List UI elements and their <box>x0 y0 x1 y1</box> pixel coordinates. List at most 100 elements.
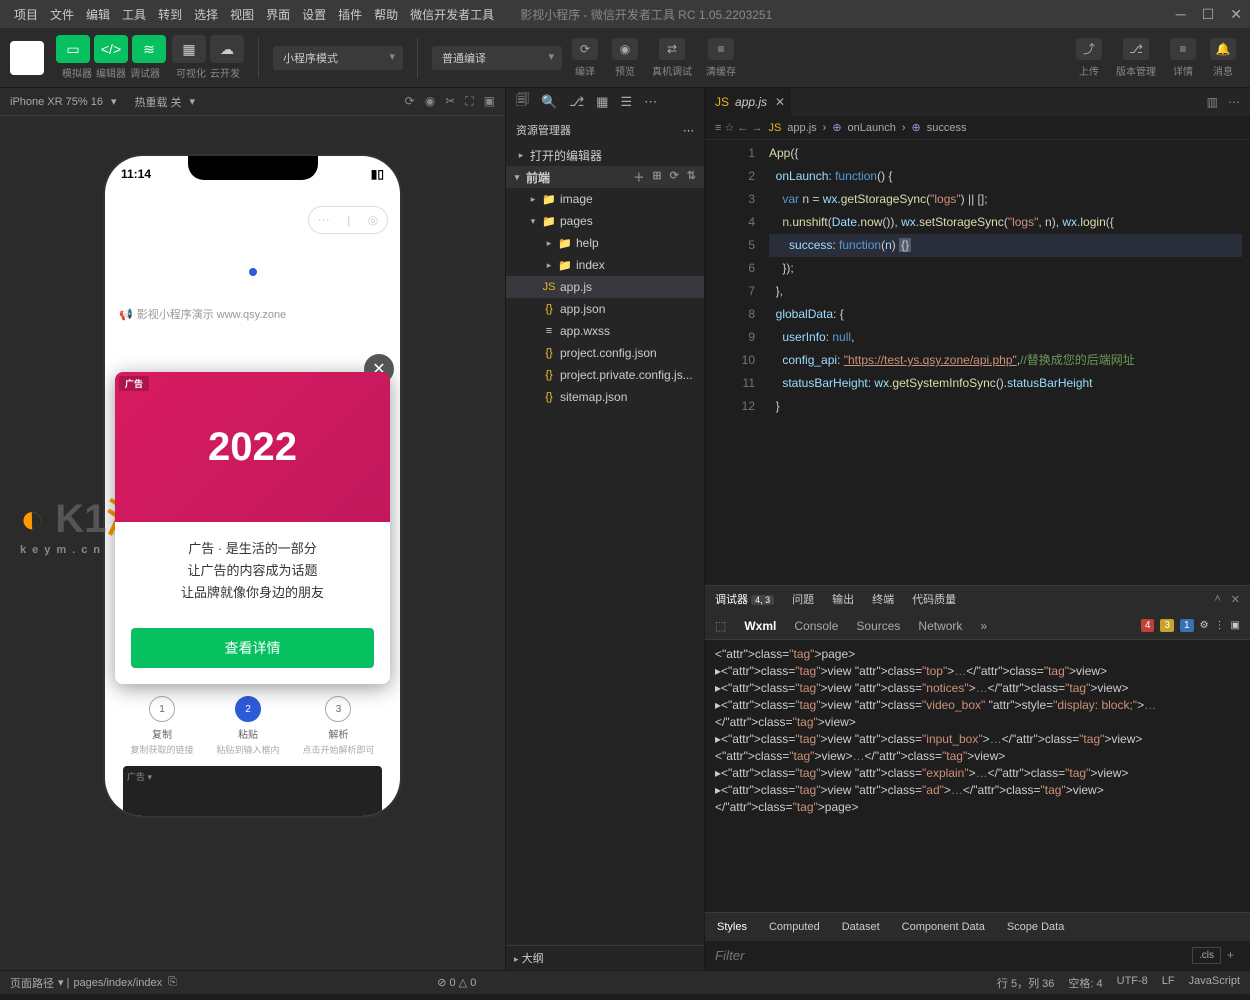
phone-frame: 11:14▮▯ ⋯|◎ 📢 影视小程序演示 www.qsy.zone ✕ 广告2… <box>105 156 400 816</box>
menu-视图[interactable]: 视图 <box>224 8 260 22</box>
menu-编辑[interactable]: 编辑 <box>80 8 116 22</box>
tree-image[interactable]: ▸📁image <box>506 188 704 210</box>
tree-help[interactable]: ▸📁help <box>506 232 704 254</box>
bottom-ad: 广告 ▾ <box>123 766 382 816</box>
tree-project.private.config.js...[interactable]: {}project.private.config.js... <box>506 364 704 386</box>
tab-close-icon[interactable]: ✕ <box>775 95 785 109</box>
breadcrumb[interactable]: ≡ ☆ ← → JSapp.js › ⊕onLaunch › ⊕success <box>705 116 1250 140</box>
visual-button[interactable]: ▦ <box>172 35 206 63</box>
open-editors-header[interactable]: ▸打开的编辑器 <box>506 144 704 166</box>
styletab-Dataset[interactable]: Dataset <box>842 921 880 933</box>
menu-工具[interactable]: 工具 <box>116 8 152 22</box>
tree-app.js[interactable]: JSapp.js <box>506 276 704 298</box>
tree-pages[interactable]: ▾📁pages <box>506 210 704 232</box>
avatar[interactable] <box>10 41 44 75</box>
notification-button[interactable]: 🔔 <box>1210 38 1236 60</box>
encoding[interactable]: UTF-8 <box>1117 975 1148 991</box>
record-icon[interactable]: ◉ <box>425 94 435 109</box>
ext-icon[interactable]: ▦ <box>596 94 608 110</box>
problems-count[interactable]: ⊘ 0 △ 0 <box>437 976 476 989</box>
menu-插件[interactable]: 插件 <box>332 8 368 22</box>
eol[interactable]: LF <box>1162 975 1175 991</box>
menu-界面[interactable]: 界面 <box>260 8 296 22</box>
cls-toggle[interactable]: .cls <box>1192 947 1221 964</box>
clear-cache-button[interactable]: ≡ <box>708 38 734 60</box>
split-icon[interactable]: ▥ <box>1207 95 1218 109</box>
style-filter-input[interactable] <box>715 948 1192 963</box>
devtab-Wxml[interactable]: Wxml <box>744 619 776 633</box>
details-button[interactable]: ≡ <box>1170 38 1196 60</box>
undock-icon[interactable]: ▣ <box>484 94 495 109</box>
project-root[interactable]: ▾前端 ＋⊞⟳⇅ <box>506 166 704 188</box>
more-icon[interactable]: ⋯ <box>644 94 657 110</box>
editor-button[interactable]: </> <box>94 35 128 63</box>
menu-转到[interactable]: 转到 <box>152 8 188 22</box>
code-editor[interactable]: 123456789101112 App({ onLaunch: function… <box>705 140 1250 585</box>
dbg-tab-4[interactable]: 代码质量 <box>912 591 956 607</box>
inspect-icon[interactable]: ⬚ <box>715 619 726 633</box>
phone-time: 11:14 <box>121 167 151 181</box>
menu-微信开发者工具[interactable]: 微信开发者工具 <box>404 8 500 22</box>
main-toolbar: ▭ </> ≋ 模拟器 编辑器 调试器 ▦ ☁ 可视化 云开发 小程序模式 普通… <box>0 28 1250 88</box>
devtab-Network[interactable]: Network <box>918 619 962 633</box>
menu-文件[interactable]: 文件 <box>44 8 80 22</box>
dbg-tab-3[interactable]: 终端 <box>872 591 894 607</box>
wxml-tree[interactable]: <"attr">class="tag">page>▸<"attr">class=… <box>705 640 1250 912</box>
menu-帮助[interactable]: 帮助 <box>368 8 404 22</box>
status-bar: 页面路径▾ | pages/index/index ⎘ ⊘ 0 △ 0 行 5，… <box>0 970 1250 994</box>
dbg-tab-2[interactable]: 输出 <box>832 591 854 607</box>
remote-debug-button[interactable]: ⇄ <box>659 38 685 60</box>
devtab-Console[interactable]: Console <box>794 619 838 633</box>
capsule[interactable]: ⋯|◎ <box>308 206 388 234</box>
menu-项目[interactable]: 项目 <box>8 8 44 22</box>
tree-index[interactable]: ▸📁index <box>506 254 704 276</box>
dbg-tab-1[interactable]: 问题 <box>792 591 814 607</box>
tree-project.config.json[interactable]: {}project.config.json <box>506 342 704 364</box>
compile-button[interactable]: ⟳ <box>572 38 598 60</box>
preview-button[interactable]: ◉ <box>612 38 638 60</box>
copy-path-icon[interactable]: ⎘ <box>168 976 177 989</box>
cloud-db-icon[interactable]: ☰ <box>620 94 632 110</box>
expand-icon[interactable]: ⛶ <box>465 94 473 109</box>
styletab-Component Data[interactable]: Component Data <box>902 921 985 933</box>
mode-select[interactable]: 小程序模式 <box>273 46 403 70</box>
tree-app.wxss[interactable]: ≡app.wxss <box>506 320 704 342</box>
indentation[interactable]: 空格: 4 <box>1068 975 1102 991</box>
devtools-settings-icon[interactable]: ⚙ <box>1200 620 1209 631</box>
dbg-tab-0[interactable]: 调试器 4, 3 <box>715 591 774 607</box>
language-mode[interactable]: JavaScript <box>1189 975 1240 991</box>
editor-tab-appjs[interactable]: JSapp.js ✕ <box>705 88 791 116</box>
tree-app.json[interactable]: {}app.json <box>506 298 704 320</box>
ad-cta-button[interactable]: 查看详情 <box>131 628 374 668</box>
panel-close-icon[interactable]: ✕ <box>1231 593 1240 606</box>
simulator-button[interactable]: ▭ <box>56 35 90 63</box>
search-icon[interactable]: 🔍 <box>541 94 557 110</box>
debugger-button[interactable]: ≋ <box>132 35 166 63</box>
close-icon[interactable]: ✕ <box>1230 6 1242 23</box>
cloud-button[interactable]: ☁ <box>210 35 244 63</box>
devtools-dock-icon[interactable]: ▣ <box>1231 620 1240 631</box>
version-button[interactable]: ⎇ <box>1123 38 1149 60</box>
upload-button[interactable]: ⤴ <box>1076 38 1102 60</box>
devtab-Sources[interactable]: Sources <box>856 619 900 633</box>
styletab-Styles[interactable]: Styles <box>717 921 747 933</box>
outline-header[interactable]: ▸ 大纲 <box>506 945 704 970</box>
styletab-Computed[interactable]: Computed <box>769 921 820 933</box>
rotate-icon[interactable]: ⟳ <box>405 94 415 109</box>
styletab-Scope Data[interactable]: Scope Data <box>1007 921 1064 933</box>
device-select[interactable]: iPhone XR 75% 16 <box>10 96 103 108</box>
editor-more-icon[interactable]: ⋯ <box>1228 95 1240 109</box>
minimize-icon[interactable]: ─ <box>1176 6 1186 23</box>
menu-设置[interactable]: 设置 <box>296 8 332 22</box>
maximize-icon[interactable]: ☐ <box>1202 6 1215 23</box>
hotreload-toggle[interactable]: 热重载 关 <box>134 94 181 110</box>
cut-icon[interactable]: ✂ <box>445 94 455 109</box>
compile-select[interactable]: 普通编译 <box>432 46 562 70</box>
page-path[interactable]: pages/index/index <box>73 977 162 989</box>
cursor-position[interactable]: 行 5，列 36 <box>997 975 1054 991</box>
menu-选择[interactable]: 选择 <box>188 8 224 22</box>
tree-sitemap.json[interactable]: {}sitemap.json <box>506 386 704 408</box>
panel-collapse-icon[interactable]: ˄ <box>1214 593 1220 606</box>
files-icon[interactable]: 🗐 <box>516 91 529 113</box>
git-icon[interactable]: ⎇ <box>569 94 584 110</box>
